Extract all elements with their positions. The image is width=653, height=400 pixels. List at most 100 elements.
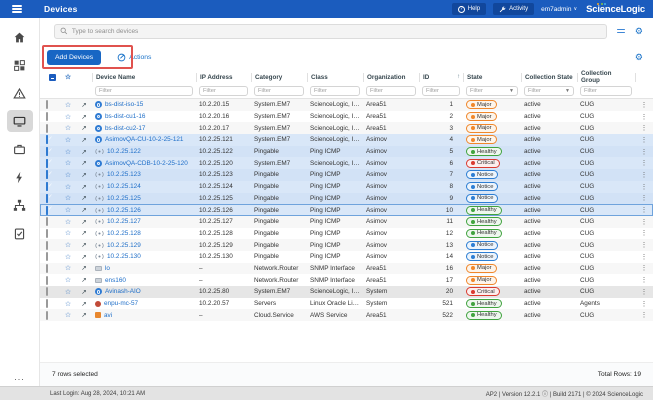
device-name-link[interactable]: Avinash-AIO: [92, 288, 196, 295]
filter-ip-address[interactable]: [199, 86, 248, 96]
row-checkbox[interactable]: [46, 147, 48, 156]
row-actions-kebab-icon[interactable]: ⋮: [635, 241, 653, 249]
activity-button[interactable]: Activity: [493, 3, 534, 15]
device-name-link[interactable]: lo: [92, 265, 196, 272]
device-name-link[interactable]: ens160: [92, 277, 196, 284]
favorite-star-icon[interactable]: ☆: [60, 218, 76, 226]
filter-state[interactable]: ▼: [466, 86, 518, 96]
row-actions-kebab-icon[interactable]: ⋮: [635, 159, 653, 167]
row-actions-kebab-icon[interactable]: ⋮: [635, 300, 653, 308]
favorite-star-icon[interactable]: ☆: [60, 229, 76, 237]
favorite-star-icon[interactable]: ☆: [60, 183, 76, 191]
sidebar-item-events[interactable]: [7, 82, 33, 104]
open-device-icon[interactable]: ↗: [76, 183, 92, 191]
device-name-link[interactable]: 10.2.25.130: [92, 253, 196, 260]
row-checkbox[interactable]: [46, 264, 48, 273]
table-settings-gear-icon[interactable]: ⚙: [635, 53, 643, 62]
favorite-star-icon[interactable]: ☆: [60, 124, 76, 132]
row-checkbox[interactable]: [46, 135, 48, 144]
column-header-state[interactable]: State: [463, 73, 521, 82]
row-checkbox[interactable]: [46, 100, 48, 109]
row-checkbox[interactable]: [46, 252, 48, 261]
table-row[interactable]: ☆ ↗ 10.2.25.122 10.2.25.122 Pingable Pin…: [40, 146, 653, 158]
open-device-icon[interactable]: ↗: [76, 124, 92, 132]
table-row[interactable]: ☆ ↗ Avinash-AIO 10.2.25.80 System.EM7 Sc…: [40, 286, 653, 298]
row-checkbox[interactable]: [46, 206, 48, 215]
table-row[interactable]: ☆ ↗ 10.2.25.125 10.2.25.125 Pingable Pin…: [40, 193, 653, 205]
open-device-icon[interactable]: ↗: [76, 206, 92, 214]
table-row[interactable]: ☆ ↗ bs-dist-iso-15 10.2.20.15 System.EM7…: [40, 99, 653, 111]
open-device-icon[interactable]: ↗: [76, 241, 92, 249]
row-checkbox[interactable]: [46, 287, 48, 296]
filter-dropdown-caret-icon[interactable]: ▼: [565, 88, 570, 94]
filter-device-name[interactable]: [95, 86, 193, 96]
row-actions-kebab-icon[interactable]: ⋮: [635, 206, 653, 214]
table-row[interactable]: ☆ ↗ bs-dist-cu1-16 10.2.20.16 System.EM7…: [40, 111, 653, 123]
sidebar-item-inventory[interactable]: [7, 222, 33, 244]
filter-input[interactable]: [314, 88, 356, 94]
column-header-category[interactable]: Category: [251, 73, 307, 82]
device-name-link[interactable]: 10.2.25.125: [92, 195, 196, 202]
favorite-star-icon[interactable]: ☆: [60, 276, 76, 284]
table-row[interactable]: ☆ ↗ ens160 – Network.Router SNMP Interfa…: [40, 274, 653, 286]
sidebar-item-devices[interactable]: [7, 110, 33, 132]
search-input[interactable]: [72, 28, 601, 35]
filter-input[interactable]: [370, 88, 412, 94]
row-actions-kebab-icon[interactable]: ⋮: [635, 218, 653, 226]
row-actions-kebab-icon[interactable]: ⋮: [635, 311, 653, 319]
table-row[interactable]: ☆ ↗ enpu-mc-57 10.2.20.57 Servers Linux …: [40, 298, 653, 310]
favorite-star-icon[interactable]: ☆: [60, 206, 76, 214]
favorite-star-icon[interactable]: ☆: [60, 311, 76, 319]
device-name-link[interactable]: bs-dist-cu1-16: [92, 113, 196, 120]
search-settings-gear-icon[interactable]: ⚙: [635, 27, 643, 36]
device-name-link[interactable]: 10.2.25.127: [92, 218, 196, 225]
open-device-icon[interactable]: ↗: [76, 311, 92, 319]
row-actions-kebab-icon[interactable]: ⋮: [635, 288, 653, 296]
filter-organization[interactable]: [366, 86, 416, 96]
row-checkbox[interactable]: [46, 182, 48, 191]
row-actions-kebab-icon[interactable]: ⋮: [635, 124, 653, 132]
open-device-icon[interactable]: ↗: [76, 148, 92, 156]
column-header-class[interactable]: Class: [307, 73, 363, 82]
row-checkbox[interactable]: [46, 170, 48, 179]
table-row[interactable]: ☆ ↗ bs-dist-cu2-17 10.2.20.17 System.EM7…: [40, 122, 653, 134]
device-name-link[interactable]: 10.2.25.124: [92, 183, 196, 190]
favorite-star-icon[interactable]: ☆: [60, 113, 76, 121]
sidebar-item-maps[interactable]: [7, 194, 33, 216]
device-name-link[interactable]: bs-dist-iso-15: [92, 101, 196, 108]
column-header-collection-group[interactable]: Collection Group: [577, 73, 635, 82]
open-device-icon[interactable]: ↗: [76, 288, 92, 296]
row-checkbox[interactable]: [46, 194, 48, 203]
row-actions-kebab-icon[interactable]: ⋮: [635, 101, 653, 109]
open-device-icon[interactable]: ↗: [76, 218, 92, 226]
open-device-icon[interactable]: ↗: [76, 194, 92, 202]
table-row[interactable]: ☆ ↗ avi – Cloud.Service AWS Service Area…: [40, 309, 653, 321]
device-name-link[interactable]: enpu-mc-57: [92, 300, 196, 307]
hamburger-menu-icon[interactable]: [12, 5, 22, 12]
row-checkbox[interactable]: [46, 311, 48, 320]
filter-collection-state[interactable]: ▼: [524, 86, 574, 96]
filter-input[interactable]: [258, 88, 300, 94]
open-device-icon[interactable]: ↗: [76, 101, 92, 109]
row-actions-kebab-icon[interactable]: ⋮: [635, 148, 653, 156]
row-actions-kebab-icon[interactable]: ⋮: [635, 264, 653, 272]
open-device-icon[interactable]: ↗: [76, 113, 92, 121]
table-row[interactable]: ☆ ↗ 10.2.25.126 10.2.25.126 Pingable Pin…: [40, 204, 653, 216]
column-header-id[interactable]: ID↑: [419, 73, 463, 82]
table-row[interactable]: ☆ ↗ lo – Network.Router SNMP Interface A…: [40, 263, 653, 275]
filter-collection-group[interactable]: [580, 86, 632, 96]
column-header-ip-address[interactable]: IP Address: [196, 73, 251, 82]
favorite-star-icon[interactable]: ☆: [60, 253, 76, 261]
favorite-star-icon[interactable]: ☆: [60, 171, 76, 179]
table-row[interactable]: ☆ ↗ 10.2.25.128 10.2.25.128 Pingable Pin…: [40, 228, 653, 240]
row-checkbox[interactable]: [46, 159, 48, 168]
column-header-organization[interactable]: Organization: [363, 73, 419, 82]
add-devices-button[interactable]: Add Devices: [47, 50, 101, 65]
open-device-icon[interactable]: ↗: [76, 159, 92, 167]
row-checkbox[interactable]: [46, 276, 48, 285]
row-actions-kebab-icon[interactable]: ⋮: [635, 229, 653, 237]
device-search[interactable]: [54, 24, 607, 39]
filter-id[interactable]: [422, 86, 460, 96]
favorite-star-icon[interactable]: ☆: [60, 288, 76, 296]
device-name-link[interactable]: 10.2.25.126: [92, 207, 196, 214]
